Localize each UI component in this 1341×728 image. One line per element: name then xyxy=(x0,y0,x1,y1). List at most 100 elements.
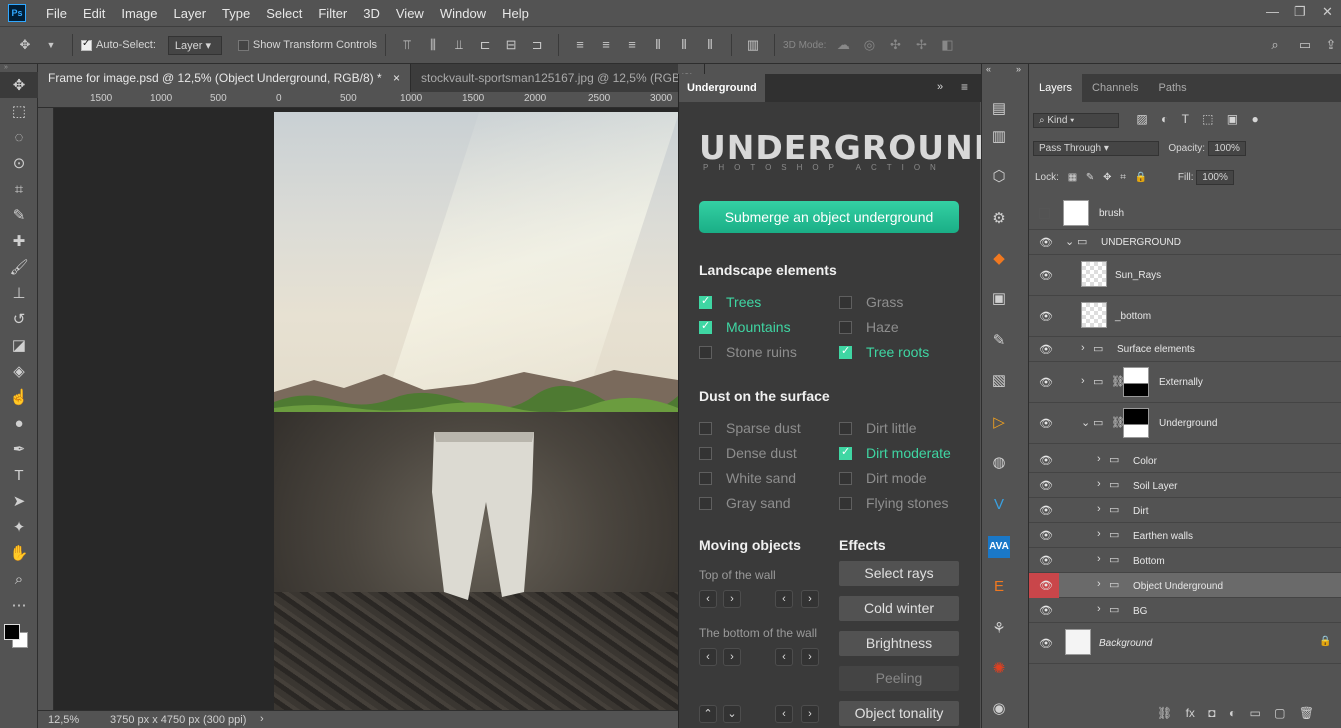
kind-filter-dropdown[interactable]: ⌕ Kind ▾ xyxy=(1033,113,1119,128)
foreground-color-swatch[interactable] xyxy=(4,624,20,640)
chevron-down-icon[interactable]: ▼ xyxy=(42,36,60,54)
align-top-icon[interactable]: ⫪ xyxy=(398,36,416,54)
top-wall-right2-button[interactable]: › xyxy=(801,590,819,608)
eye-icon[interactable]: 👁 xyxy=(1039,269,1053,282)
properties-icon[interactable]: ▤ xyxy=(988,98,1010,120)
play-action-icon[interactable]: ▷ xyxy=(988,412,1010,434)
eye-icon[interactable]: 👁 xyxy=(1039,479,1053,492)
lock-transparent-icon[interactable]: ▦ xyxy=(1068,172,1077,183)
move-up-button[interactable]: ⌃ xyxy=(699,705,717,723)
layer-row-bottom-group[interactable]: 👁 › ▭ Bottom xyxy=(1029,548,1341,573)
orange-cube-icon[interactable]: ◆ xyxy=(988,248,1010,270)
layer-row-soil-layer[interactable]: 👁 › ▭ Soil Layer xyxy=(1029,473,1341,498)
checkbox-icon[interactable] xyxy=(839,497,852,510)
type-tool-icon[interactable]: T xyxy=(0,462,38,488)
tab-paths[interactable]: Paths xyxy=(1149,74,1197,102)
expand-panel-icon[interactable]: » xyxy=(937,81,943,93)
submerge-button[interactable]: Submerge an object underground xyxy=(699,201,959,233)
smudge-tool-icon[interactable]: ☝ xyxy=(0,384,38,410)
paint-bucket-icon[interactable]: ◈ xyxy=(0,358,38,384)
checkbox-checked-icon[interactable] xyxy=(699,294,712,309)
minimize-icon[interactable]: — xyxy=(1266,4,1279,19)
color-swatches[interactable] xyxy=(0,618,37,658)
chevron-down-icon[interactable]: ⌄ xyxy=(1081,416,1090,429)
chevron-right-icon[interactable]: › xyxy=(1097,478,1101,490)
checkbox-icon[interactable] xyxy=(839,296,852,309)
lock-position-icon[interactable]: ✥ xyxy=(1103,172,1111,183)
option-sparse-dust[interactable]: Sparse dust xyxy=(699,420,801,436)
chevron-right-icon[interactable]: › xyxy=(1097,453,1101,465)
chevron-right-icon[interactable]: › xyxy=(1081,375,1085,387)
more-tools-icon[interactable]: ⋯ xyxy=(0,592,38,618)
3d-slide-icon[interactable]: ✢ xyxy=(912,36,930,54)
option-dirt-moderate[interactable]: Dirt moderate xyxy=(839,445,951,461)
layer-row-earthen-walls[interactable]: 👁 › ▭ Earthen walls xyxy=(1029,523,1341,548)
eye-icon[interactable]: 👁 xyxy=(1039,376,1053,389)
layer-row-bottom[interactable]: 👁 _bottom xyxy=(1029,296,1341,337)
tab-layers[interactable]: Layers xyxy=(1029,74,1083,102)
path-select-icon[interactable]: ➤ xyxy=(0,488,38,514)
option-haze[interactable]: Haze xyxy=(839,319,899,335)
collapse-left-icon[interactable]: « xyxy=(986,64,991,74)
crop-tool-icon[interactable]: ⌗ xyxy=(0,176,38,202)
distribute-top-icon[interactable]: ≡ xyxy=(571,36,589,54)
image-plugin-icon[interactable]: ▣ xyxy=(988,288,1010,310)
eye-icon[interactable]: 👁 xyxy=(1039,604,1053,617)
option-trees[interactable]: Trees xyxy=(699,294,761,310)
healing-tool-icon[interactable]: ✚ xyxy=(0,228,38,254)
zoom-level[interactable]: 12,5% xyxy=(48,714,79,726)
object-tonality-button[interactable]: Object tonality xyxy=(839,701,959,726)
layer-row-underground[interactable]: 👁 ⌄ ▭ ⛓ Underground xyxy=(1029,403,1341,444)
top-wall-left-button[interactable]: ‹ xyxy=(699,590,717,608)
checkbox-icon[interactable] xyxy=(699,472,712,485)
camera-plugin-icon[interactable]: ◉ xyxy=(988,698,1010,720)
zoom-tool-icon[interactable]: ⌕ xyxy=(0,566,38,592)
eraser-tool-icon[interactable]: ◪ xyxy=(0,332,38,358)
chevron-right-icon[interactable]: › xyxy=(1097,553,1101,565)
link-layers-icon[interactable]: ⛓ xyxy=(1157,706,1172,720)
layer-row-color[interactable]: 👁 › ▭ Color xyxy=(1029,448,1341,473)
move-tool-icon[interactable]: ✥ xyxy=(16,36,34,54)
ava-plugin-icon[interactable]: AVA xyxy=(988,536,1010,558)
chevron-right-icon[interactable]: › xyxy=(1097,528,1101,540)
filter-shape-icon[interactable]: ⬚ xyxy=(1202,112,1213,126)
puzzle-plugin-icon[interactable]: ⚘ xyxy=(988,618,1010,640)
option-dirt-mode[interactable]: Dirt mode xyxy=(839,470,927,486)
layer-row-sun-rays[interactable]: 👁 Sun_Rays xyxy=(1029,255,1341,296)
3d-orbit-icon[interactable]: ☁ xyxy=(834,36,852,54)
checkbox-icon[interactable] xyxy=(839,321,852,334)
lock-image-icon[interactable]: ✎ xyxy=(1086,172,1094,183)
visibility-toggle-off[interactable] xyxy=(1039,208,1050,219)
trash-icon[interactable]: 🗑 xyxy=(1299,706,1314,720)
eye-icon[interactable]: 👁 xyxy=(1039,529,1053,542)
opacity-field[interactable]: 100% xyxy=(1208,141,1246,156)
transform-controls-checkbox[interactable] xyxy=(237,39,249,51)
layer-row-dirt[interactable]: 👁 › ▭ Dirt xyxy=(1029,498,1341,523)
filter-toggle-icon[interactable]: ● xyxy=(1251,112,1258,126)
menu-file[interactable]: File xyxy=(38,6,75,21)
bottom-wall-left2-button[interactable]: ‹ xyxy=(775,648,793,666)
layer-row-brush[interactable]: brush xyxy=(1029,196,1341,230)
layer-row-externally[interactable]: 👁 › ▭ ⛓ Externally xyxy=(1029,362,1341,403)
restore-icon[interactable]: ❐ xyxy=(1294,4,1306,20)
gears-icon[interactable]: ⚙ xyxy=(988,208,1010,230)
move-left-button[interactable]: ‹ xyxy=(775,705,793,723)
menu-select[interactable]: Select xyxy=(258,6,310,21)
distribute-right-icon[interactable]: ⦀ xyxy=(701,36,719,54)
chevron-right-icon[interactable]: › xyxy=(260,713,264,725)
stamp-tool-icon[interactable]: ⊥ xyxy=(0,280,38,306)
option-flying-stones[interactable]: Flying stones xyxy=(839,495,948,511)
checkbox-icon[interactable] xyxy=(839,422,852,435)
top-wall-right-button[interactable]: › xyxy=(723,590,741,608)
layer-row-bg[interactable]: 👁 › ▭ BG xyxy=(1029,598,1341,623)
pen-tool-icon[interactable]: ✒ xyxy=(0,436,38,462)
option-gray-sand[interactable]: Gray sand xyxy=(699,495,791,511)
gallery-icon[interactable]: ▧ xyxy=(988,370,1010,392)
checkbox-checked-icon[interactable] xyxy=(699,319,712,334)
workspace-icon[interactable]: ▭ xyxy=(1296,36,1314,54)
close-window-icon[interactable]: ✕ xyxy=(1322,4,1333,20)
chevron-right-icon[interactable]: › xyxy=(1097,503,1101,515)
menu-layer[interactable]: Layer xyxy=(166,6,215,21)
menu-type[interactable]: Type xyxy=(214,6,258,21)
lasso-tool-icon[interactable]: ◌ xyxy=(0,124,38,150)
